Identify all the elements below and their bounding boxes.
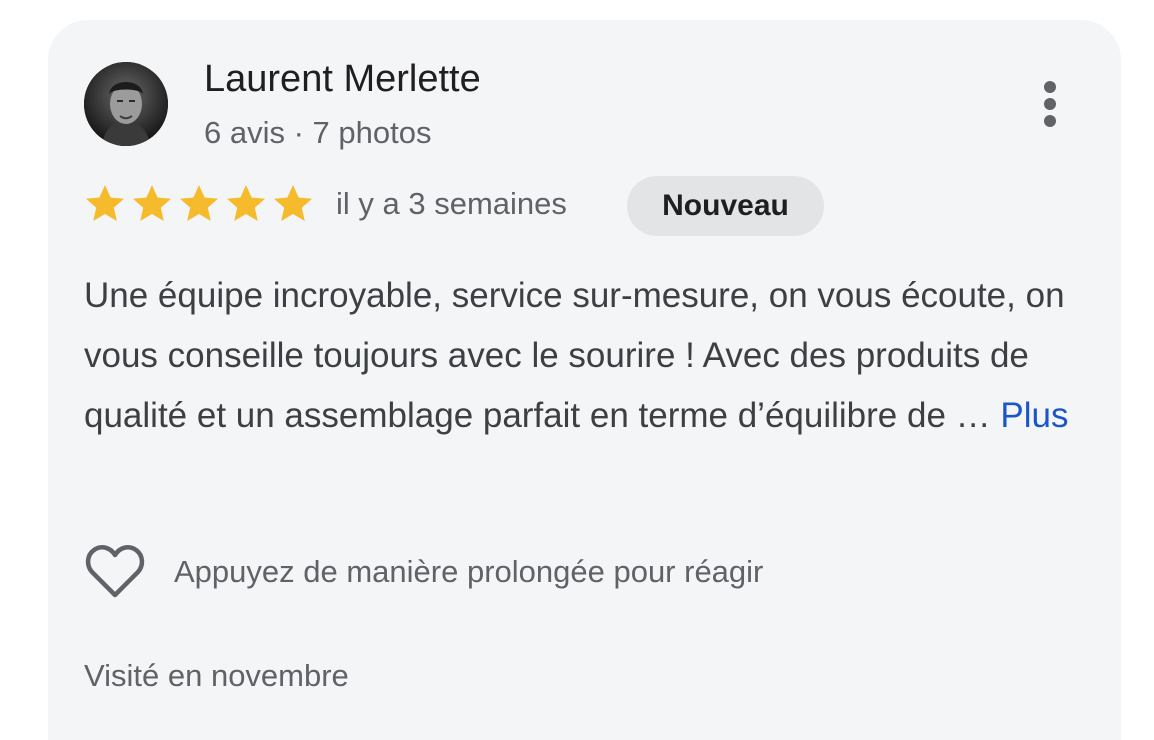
new-badge: Nouveau bbox=[627, 176, 824, 236]
react-button[interactable]: Appuyez de manière prolongée pour réagir bbox=[84, 542, 763, 602]
visit-info: Visité en novembre bbox=[84, 658, 349, 693]
more-options-button[interactable] bbox=[1028, 76, 1072, 132]
star-icon bbox=[133, 185, 171, 221]
react-prompt: Appuyez de manière prolongée pour réagir bbox=[174, 554, 764, 589]
star-icon bbox=[227, 185, 265, 221]
review-date: il y a 3 semaines bbox=[336, 186, 567, 221]
read-more-link[interactable]: Plus bbox=[1000, 396, 1068, 435]
author-name[interactable]: Laurent Merlette bbox=[204, 58, 481, 101]
avatar-photo bbox=[84, 62, 168, 146]
author-meta: 6 avis · 7 photos bbox=[204, 115, 432, 150]
star-rating bbox=[84, 184, 314, 226]
heart-outline-icon bbox=[85, 545, 145, 598]
avatar[interactable] bbox=[84, 62, 168, 146]
star-icon bbox=[86, 185, 124, 221]
star-icon bbox=[180, 185, 218, 221]
more-vertical-icon bbox=[1044, 81, 1056, 127]
review-text-body: Une équipe incroyable, service sur-mesur… bbox=[84, 276, 1065, 435]
review-text: Une équipe incroyable, service sur-mesur… bbox=[84, 266, 1074, 446]
star-icon bbox=[274, 185, 312, 221]
